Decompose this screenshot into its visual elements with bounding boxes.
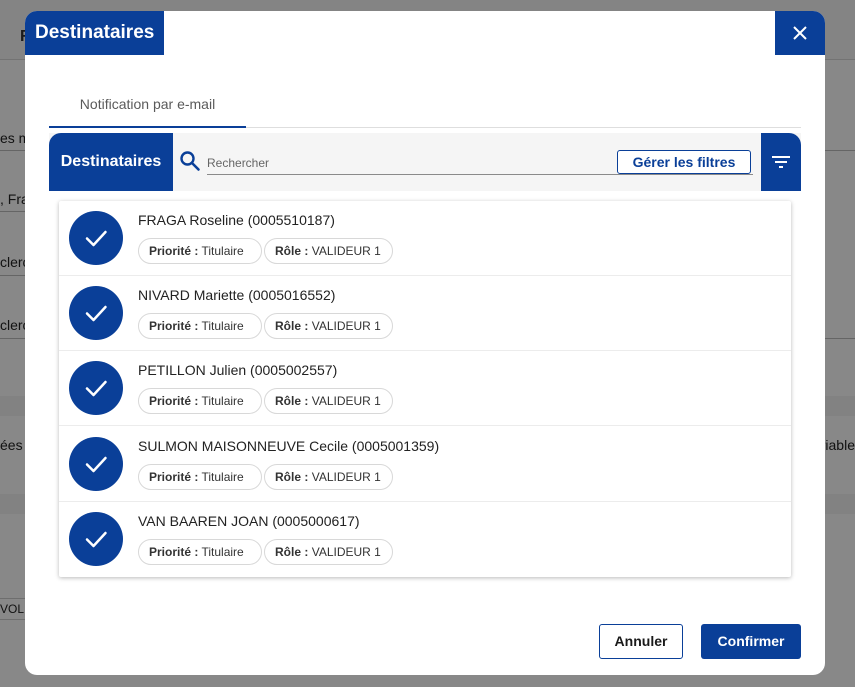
recipient-name: SULMON MAISONNEUVE Cecile (0005001359) [138,437,440,454]
manage-filters-button[interactable]: Gérer les filtres [617,150,751,174]
role-label: Rôle [275,469,302,484]
filter-toggle-button[interactable] [761,133,801,191]
priority-label: Priorité [149,394,192,409]
checked-checkbox[interactable] [69,286,123,341]
role-chip: Rôle : VALIDEUR 1 [264,463,393,490]
recipients-list: FRAGA Roseline (0005510187) Priorité : T… [59,201,791,577]
filter-icon [772,156,790,168]
list-item[interactable]: SULMON MAISONNEUVE Cecile (0005001359) P… [59,427,791,502]
role-value: VALIDEUR 1 [311,469,381,484]
priority-value: Titulaire [201,469,244,484]
role-label: Rôle [275,394,302,409]
chip-separator: : [194,244,199,258]
checkmark-icon [85,381,107,397]
checked-checkbox[interactable] [69,211,123,265]
chip-separator: : [304,469,309,484]
recipient-name: FRAGA Roseline (0005510187) [138,212,335,228]
close-icon [793,26,807,40]
role-value: VALIDEUR 1 [311,319,381,334]
role-chip: Rôle : VALIDEUR 1 [264,388,393,415]
chip-separator: : [194,469,199,484]
chip-separator: : [194,544,199,559]
priority-label: Priorité [149,319,192,334]
priority-value: Titulaire [201,244,244,258]
recipient-name: NIVARD Mariette (0005016552) [138,287,336,304]
priority-label: Priorité [149,244,192,258]
chip-separator: : [304,244,309,258]
chip-separator: : [304,394,309,409]
recipients-toolbar: Destinataires Gérer les filtres [49,133,801,191]
priority-chip: Priorité : Titulaire [138,463,262,490]
priority-chip: Priorité : Titulaire [138,388,262,415]
list-item[interactable]: FRAGA Roseline (0005510187) Priorité : T… [59,201,791,276]
role-label: Rôle [275,319,302,334]
recipient-name: VAN BAAREN JOAN (0005000617) [138,512,360,529]
role-label: Rôle [275,244,302,258]
close-button[interactable] [775,11,825,55]
role-value: VALIDEUR 1 [311,544,381,559]
toolbar-title: Destinataires [49,133,173,191]
list-item[interactable]: NIVARD Mariette (0005016552) Priorité : … [59,276,791,352]
role-chip: Rôle : VALIDEUR 1 [264,238,393,264]
priority-chip: Priorité : Titulaire [138,313,262,340]
dialog-title: Destinataires [25,11,165,55]
priority-label: Priorité [149,469,192,484]
tab-bar: Notification par e-mail [49,93,801,128]
priority-value: Titulaire [201,394,244,409]
role-chip: Rôle : VALIDEUR 1 [264,313,393,340]
chip-separator: : [304,544,309,559]
priority-chip: Priorité : Titulaire [138,538,262,565]
tab-email-notification[interactable]: Notification par e-mail [49,93,246,128]
role-value: VALIDEUR 1 [311,244,381,258]
role-value: VALIDEUR 1 [311,394,381,409]
checkmark-icon [85,531,107,548]
search-icon [180,151,200,171]
checked-checkbox[interactable] [69,436,123,491]
list-item[interactable]: VAN BAAREN JOAN (0005000617) Priorité : … [59,502,791,577]
chip-separator: : [194,319,199,334]
checkmark-icon [85,230,107,247]
checked-checkbox[interactable] [69,511,123,566]
chip-separator: : [304,319,309,334]
checkmark-icon [85,456,107,472]
priority-value: Titulaire [201,319,244,334]
confirm-button[interactable]: Confirmer [701,624,801,659]
role-label: Rôle [275,544,302,559]
priority-value: Titulaire [201,544,244,559]
recipient-name: PETILLON Julien (0005002557) [138,362,338,379]
role-chip: Rôle : VALIDEUR 1 [264,538,393,565]
checkmark-icon [85,305,107,322]
list-item[interactable]: PETILLON Julien (0005002557) Priorité : … [59,351,791,427]
priority-chip: Priorité : Titulaire [138,238,262,264]
checked-checkbox[interactable] [69,361,123,416]
priority-label: Priorité [149,544,192,559]
chip-separator: : [194,394,199,409]
cancel-button[interactable]: Annuler [599,624,683,659]
recipients-dialog: Destinataires Notification par e-mail De… [25,11,825,675]
